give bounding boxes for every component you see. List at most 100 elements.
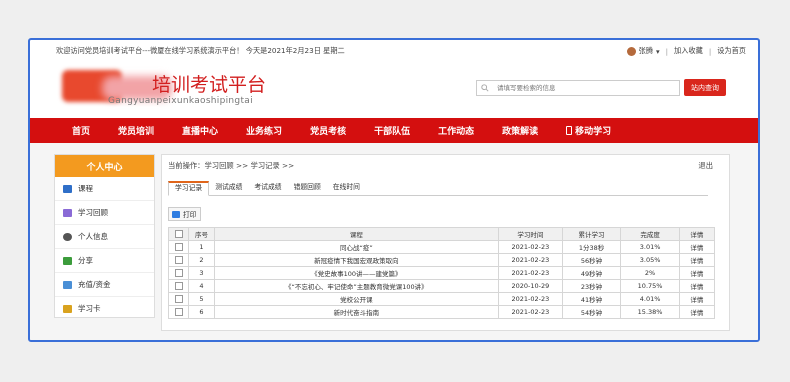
nav-mobile-learning[interactable]: 移动学习 (566, 124, 611, 137)
sidebar-item-review[interactable]: 学习回顾 (55, 201, 154, 225)
tab-wrong-questions[interactable]: 错题回顾 (288, 181, 327, 195)
tab-bar: 学习记录 测试成绩 考试成绩 错题回顾 在线时间 (168, 181, 708, 196)
column-header: 累计学习 (561, 227, 622, 241)
nav-mobile-label: 移动学习 (575, 127, 612, 137)
row-index: 4 (188, 279, 215, 293)
row-checkbox[interactable] (167, 266, 190, 280)
completion: 4.01% (620, 292, 680, 306)
row-index: 5 (188, 292, 215, 306)
sidebar-item-label: 分享 (78, 256, 93, 265)
wallet-icon (63, 280, 72, 289)
row-checkbox[interactable] (167, 305, 190, 319)
row-checkbox[interactable] (167, 240, 190, 254)
set-homepage-link[interactable]: 设为首页 (717, 46, 746, 56)
course-name: 新冠疫情下我国宏观政策取向 (213, 253, 499, 267)
separator: | (708, 46, 712, 56)
nav-party-training[interactable]: 党员培训 (118, 124, 154, 137)
person-icon (63, 232, 72, 241)
details-link[interactable]: 详情 (678, 253, 716, 267)
course-name: 党校公开课 (213, 292, 499, 306)
browser-frame: 欢迎访问党员培训考试平台---微厦在线学习系统演示平台！ 今天是2021年2月2… (28, 38, 760, 342)
user-menu[interactable]: 张腾 ▾ | 加入收藏 | 设为首页 (626, 46, 746, 56)
completion: 2% (620, 266, 680, 280)
nav-home[interactable]: 首页 (72, 124, 90, 137)
sidebar-item-courses[interactable]: 课程 (55, 177, 154, 201)
details-link[interactable]: 详情 (678, 305, 716, 319)
completion: 3.01% (620, 240, 680, 254)
breadcrumb: 当前操作：学习回顾 >> 学习记录 >> (168, 161, 295, 170)
column-header: 课程 (213, 227, 499, 241)
user-name[interactable]: 张腾 (639, 46, 653, 56)
tab-exam-scores[interactable]: 考试成绩 (248, 181, 287, 195)
sidebar-item-label: 学习卡 (78, 304, 101, 313)
sidebar-item-label: 课程 (78, 184, 93, 193)
table-row: 3 《党史故事100讲——建党篇》 2021-02-23 49秒钟 2% 详情 (167, 266, 716, 280)
card-icon (63, 304, 72, 313)
share-icon (63, 256, 72, 265)
details-link[interactable]: 详情 (678, 279, 716, 293)
nav-policy[interactable]: 政策解读 (502, 124, 538, 137)
study-duration: 54秒钟 (561, 305, 622, 319)
study-date: 2021-02-23 (497, 305, 563, 319)
sidebar-item-recharge[interactable]: 充值/资金 (55, 273, 154, 297)
column-header: 序号 (188, 227, 215, 241)
row-index: 1 (188, 240, 215, 254)
nav-live-center[interactable]: 直播中心 (182, 124, 218, 137)
study-date: 2021-02-23 (497, 240, 563, 254)
avatar (626, 46, 636, 56)
search-button[interactable]: 站内查询 (684, 79, 726, 96)
table-row: 5 党校公开课 2021-02-23 41秒钟 4.01% 详情 (167, 292, 716, 306)
nav-cadre-team[interactable]: 干部队伍 (374, 124, 410, 137)
site-subtitle: Gangyuanpeixunkaoshipingtai (108, 96, 253, 106)
monitor-icon (63, 184, 72, 193)
nav-practice[interactable]: 业务练习 (246, 124, 282, 137)
nav-assessment[interactable]: 党员考核 (310, 124, 346, 137)
sidebar-item-study-card[interactable]: 学习卡 (55, 297, 154, 320)
select-all-checkbox[interactable] (167, 227, 190, 241)
course-name: 《“不忘初心、牢记使命”主题教育微党课100讲》 (213, 279, 499, 293)
welcome-text: 欢迎访问党员培训考试平台---微厦在线学习系统演示平台！ 今天是2021年2月2… (56, 46, 345, 55)
column-header: 完成度 (620, 227, 680, 241)
nav-work-news[interactable]: 工作动态 (438, 124, 474, 137)
table-row: 1 同心战“疫” 2021-02-23 1分38秒 3.01% 详情 (167, 240, 716, 254)
row-index: 3 (188, 266, 215, 280)
details-link[interactable]: 详情 (678, 292, 716, 306)
study-date: 2021-02-23 (497, 266, 563, 280)
row-index: 6 (188, 305, 215, 319)
sidebar-item-label: 充值/资金 (78, 280, 111, 289)
table-row: 6 新时代奋斗指南 2021-02-23 54秒钟 15.38% 详情 (167, 305, 716, 319)
search-input[interactable] (495, 83, 669, 93)
details-link[interactable]: 详情 (678, 240, 716, 254)
print-button[interactable]: 打印 (168, 207, 201, 221)
study-date: 2021-02-23 (497, 253, 563, 267)
row-checkbox[interactable] (167, 292, 190, 306)
print-label: 打印 (183, 211, 197, 219)
search-box[interactable] (476, 80, 680, 96)
table-row: 4 《“不忘初心、牢记使命”主题教育微党课100讲》 2020-10-29 23… (167, 279, 716, 293)
sidebar-item-profile[interactable]: 个人信息 (55, 225, 154, 249)
main-nav: 首页 党员培训 直播中心 业务练习 党员考核 干部队伍 工作动态 政策解读 移动… (30, 118, 758, 143)
print-icon (172, 210, 180, 218)
top-bar: 欢迎访问党员培训考试平台---微厦在线学习系统演示平台！ 今天是2021年2月2… (30, 40, 758, 62)
content-area: 个人中心 课程 学习回顾 个人信息 分享 充值/资金 学习卡 当前操作：学习回顾… (30, 143, 758, 340)
course-name: 《党史故事100讲——建党篇》 (213, 266, 499, 280)
table-row: 2 新冠疫情下我国宏观政策取向 2021-02-23 56秒钟 3.05% 详情 (167, 253, 716, 267)
row-checkbox[interactable] (167, 279, 190, 293)
logout-link[interactable]: 退出 (698, 161, 713, 171)
row-checkbox[interactable] (167, 253, 190, 267)
main-panel: 当前操作：学习回顾 >> 学习记录 >> 退出 学习记录 测试成绩 考试成绩 错… (161, 154, 730, 331)
study-date: 2020-10-29 (497, 279, 563, 293)
sidebar-item-share[interactable]: 分享 (55, 249, 154, 273)
add-favorites-link[interactable]: 加入收藏 (674, 46, 703, 56)
study-date: 2021-02-23 (497, 292, 563, 306)
course-name: 新时代奋斗指南 (213, 305, 499, 319)
tab-test-scores[interactable]: 测试成绩 (209, 181, 248, 195)
phone-icon (566, 126, 573, 135)
column-header: 学习时间 (497, 227, 563, 241)
chevron-down-icon[interactable]: ▾ (656, 47, 660, 56)
sidebar-item-label: 学习回顾 (78, 208, 108, 217)
column-header: 详情 (678, 227, 716, 241)
details-link[interactable]: 详情 (678, 266, 716, 280)
tab-online-time[interactable]: 在线时间 (327, 181, 366, 195)
tab-study-records[interactable]: 学习记录 (168, 181, 210, 196)
